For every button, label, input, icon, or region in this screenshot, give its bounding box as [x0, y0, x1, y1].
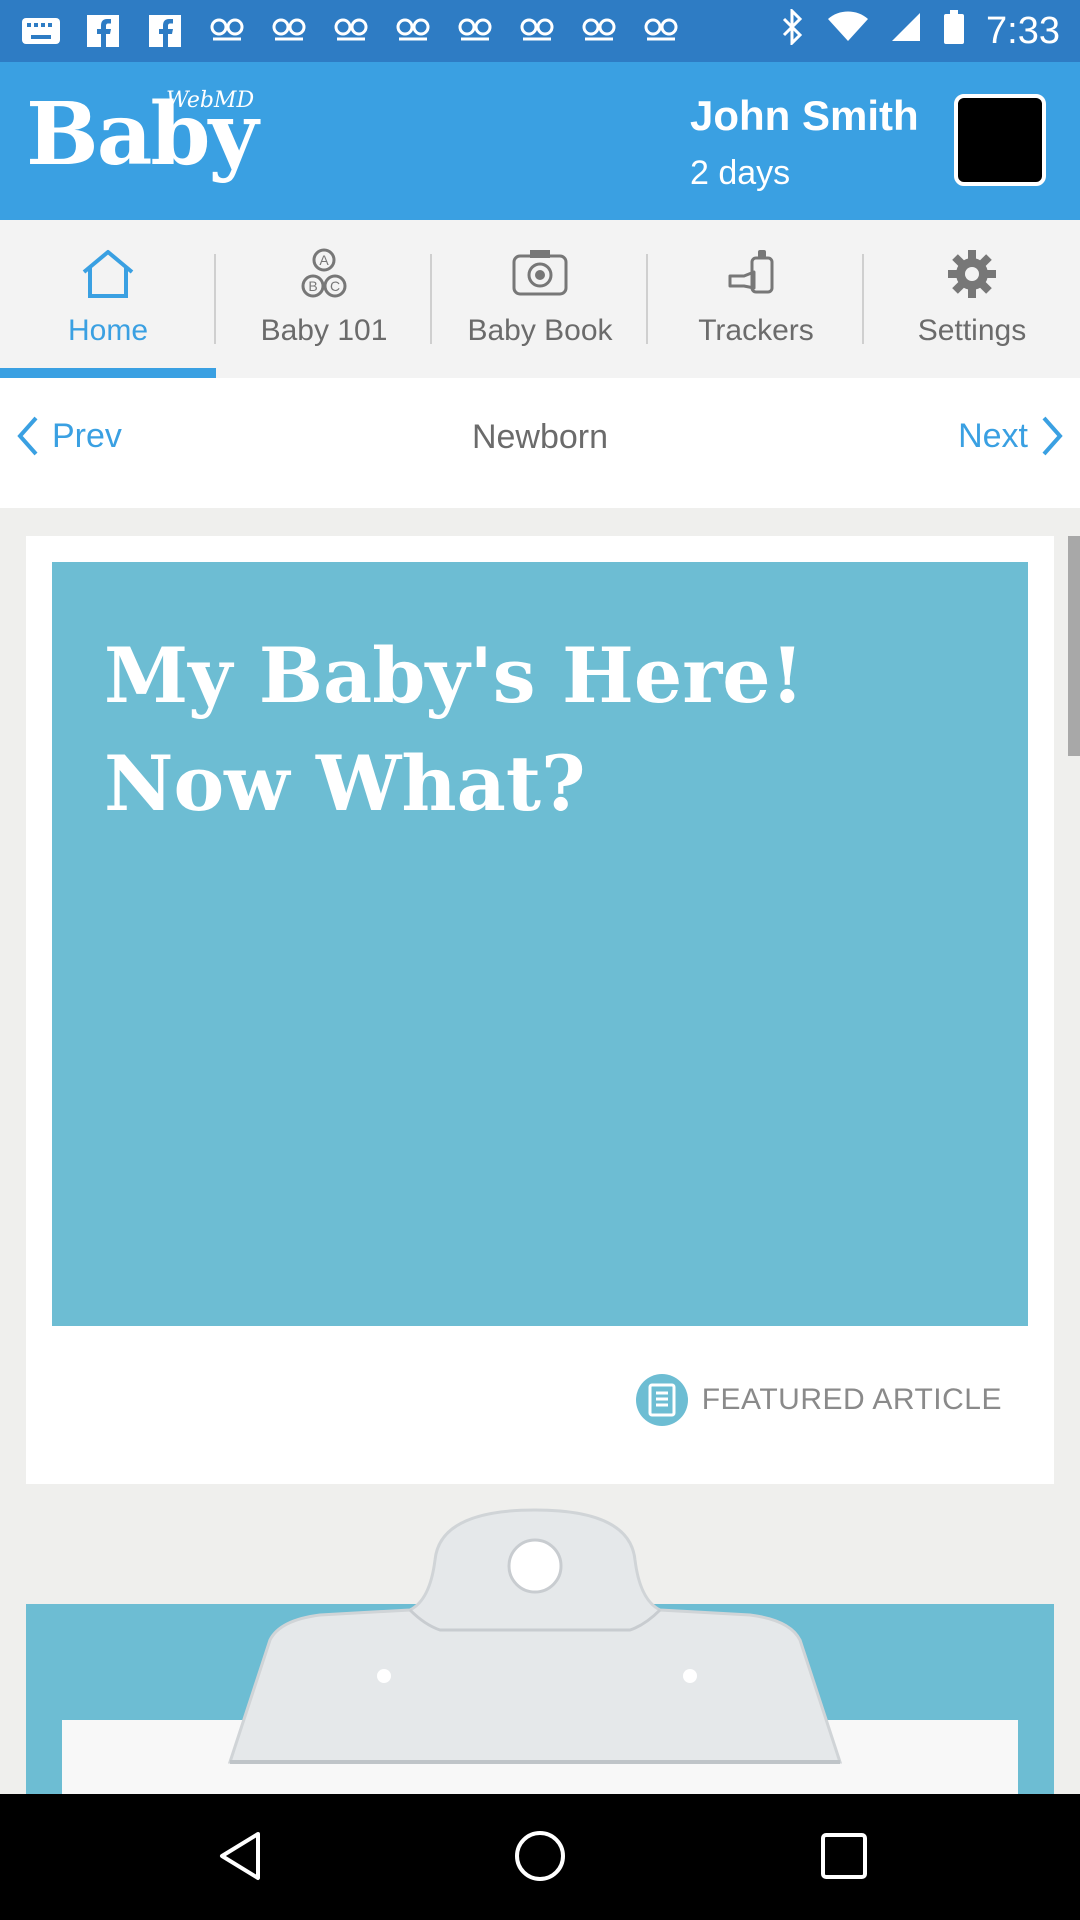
house-icon [82, 250, 134, 298]
system-navigation-bar [0, 1794, 1080, 1920]
voicemail-icon [640, 13, 682, 49]
avatar[interactable] [954, 94, 1046, 186]
tab-trackers[interactable]: Trackers [648, 220, 864, 378]
tab-baby-book[interactable]: Baby Book [432, 220, 648, 378]
clipboard-clip-icon [227, 1508, 843, 1764]
camera-icon [512, 250, 568, 296]
bluetooth-icon [780, 6, 806, 54]
wifi-icon [828, 10, 869, 52]
voicemail-icon [516, 13, 558, 49]
facebook-icon [144, 13, 186, 49]
article-title: My Baby's Here! Now What? [104, 631, 804, 828]
next-button[interactable]: Next [958, 412, 1066, 460]
recents-button[interactable] [804, 1826, 884, 1886]
app-header: Baby WebMD John Smith 2 days [0, 62, 1080, 220]
svg-text:C: C [330, 278, 340, 294]
user-age: 2 days [690, 154, 791, 192]
gear-icon [948, 250, 996, 298]
voicemail-icon [330, 13, 372, 49]
tab-settings[interactable]: Settings [864, 220, 1080, 378]
keyboard-icon [20, 13, 62, 49]
clock: 7:33 [986, 9, 1060, 52]
back-triangle-icon [220, 1832, 260, 1880]
stage-navigation: Prev Newborn Next [0, 378, 1080, 508]
stage-title: Newborn [471, 418, 609, 456]
tab-label: Trackers [698, 314, 814, 347]
user-profile[interactable]: John Smith 2 days [690, 92, 919, 193]
facebook-icon [82, 13, 124, 49]
voicemail-icon [578, 13, 620, 49]
tab-home[interactable]: Home [0, 220, 216, 378]
voicemail-icon [454, 13, 496, 49]
tab-bar: Home A B C Baby 101 Baby Book Trackers S… [0, 220, 1080, 379]
bottle-icon [728, 250, 774, 294]
app-logo: Baby WebMD [26, 88, 259, 178]
article-hero[interactable]: My Baby's Here! Now What? [52, 562, 1028, 1326]
tab-baby-101[interactable]: A B C Baby 101 [216, 220, 432, 378]
home-circle-icon [515, 1831, 565, 1881]
voicemail-icon [392, 13, 434, 49]
user-name: John Smith [690, 92, 919, 139]
signal-icon [890, 10, 922, 52]
featured-label: FEATURED ARTICLE [701, 1383, 1002, 1416]
tab-label: Baby 101 [260, 314, 388, 347]
scrollbar[interactable] [1068, 536, 1080, 756]
recents-square-icon [821, 1833, 867, 1879]
next-label: Next [958, 416, 1028, 455]
notification-icons [20, 10, 682, 52]
voicemail-icon [268, 13, 310, 49]
status-bar: 7:33 [0, 0, 1080, 62]
tab-label: Baby Book [467, 314, 613, 347]
svg-text:A: A [319, 252, 329, 268]
back-button[interactable] [200, 1826, 280, 1886]
tab-label: Home [67, 314, 149, 347]
abc-blocks-icon: A B C [301, 248, 347, 298]
tab-label: Settings [917, 314, 1027, 347]
chevron-right-icon [1042, 416, 1063, 456]
system-icons: 7:33 [780, 6, 1060, 54]
active-tab-indicator [0, 368, 216, 378]
article-icon [635, 1374, 688, 1426]
home-button[interactable] [500, 1826, 580, 1886]
logo-webmd: WebMD [166, 88, 255, 113]
featured-article-card[interactable]: My Baby's Here! Now What? FEATURED ARTIC… [26, 536, 1054, 1484]
battery-icon [944, 9, 965, 53]
svg-text:B: B [308, 278, 317, 294]
voicemail-icon [206, 13, 248, 49]
featured-article-tag: FEATURED ARTICLE [635, 1374, 1002, 1426]
